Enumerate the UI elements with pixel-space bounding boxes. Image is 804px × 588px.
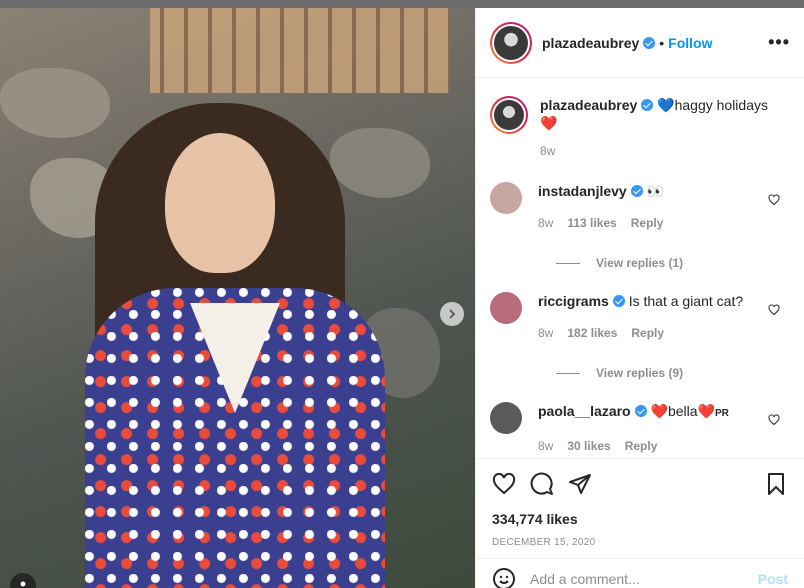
comment-likes[interactable]: 113 likes — [567, 214, 616, 232]
separator-dot: • — [659, 34, 665, 51]
like-comment-heart-icon[interactable] — [768, 194, 780, 206]
post-header: plazadeaubrey • Follow ••• — [476, 8, 804, 78]
post-panel: plazadeaubrey • Follow ••• plazadeaubrey… — [475, 8, 804, 588]
add-comment-bar: Add a comment... Post — [476, 558, 804, 588]
red-heart-icon: ❤️ — [650, 403, 668, 419]
comment-suffix: PR — [714, 408, 729, 419]
verified-badge-icon — [634, 405, 647, 417]
commenter-avatar[interactable] — [490, 292, 522, 324]
follow-button[interactable]: Follow — [668, 35, 712, 51]
person-icon — [20, 581, 26, 587]
post-photo[interactable] — [0, 8, 475, 588]
caption-text: haggy holidays — [674, 97, 768, 113]
comment: riccigrams Is that a giant cat? 8w 182 l… — [490, 292, 790, 342]
commenter-avatar[interactable] — [490, 182, 522, 214]
caption: plazadeaubrey 💙haggy holidays ❤️ 8w — [490, 96, 790, 160]
commenter-username[interactable]: riccigrams — [538, 293, 609, 309]
author-username[interactable]: plazadeaubrey — [542, 35, 639, 51]
emoji-smiley-icon[interactable] — [492, 567, 516, 588]
add-comment-input[interactable]: Add a comment... — [530, 571, 640, 587]
post-date: DECEMBER 15, 2020 — [492, 537, 596, 548]
reply-button[interactable]: Reply — [631, 324, 664, 342]
verified-badge-icon — [612, 295, 625, 307]
view-replies-label: View replies (1) — [596, 256, 684, 270]
chevron-right-icon — [449, 309, 456, 319]
share-paper-plane-icon[interactable] — [568, 472, 592, 496]
verified-badge-icon — [641, 99, 654, 111]
comment-age: 8w — [538, 439, 554, 453]
view-replies-label: View replies (9) — [596, 366, 684, 380]
author-avatar[interactable] — [490, 21, 532, 64]
comment: paola__lazaro ❤️bella❤️PR 8w 30 likes Re… — [490, 402, 790, 455]
caption-username[interactable]: plazadeaubrey — [540, 97, 637, 113]
comment-bubble-icon[interactable] — [530, 472, 554, 496]
browser-top-bar — [0, 0, 804, 8]
comment-age: 8w — [538, 326, 554, 340]
red-heart-icon: ❤️ — [540, 115, 558, 131]
view-replies-button[interactable]: View replies (1) — [556, 256, 790, 270]
next-photo-button[interactable] — [440, 302, 464, 326]
more-options-button[interactable]: ••• — [768, 32, 790, 53]
likes-count[interactable]: 334,774 likes — [492, 511, 788, 527]
like-comment-heart-icon[interactable] — [768, 304, 780, 316]
comment-age: 8w — [538, 216, 554, 230]
caption-age: 8w — [540, 144, 556, 158]
commenter-username[interactable]: instadanjlevy — [538, 183, 627, 199]
photo-subject — [85, 103, 385, 588]
reply-button[interactable]: Reply — [625, 437, 658, 455]
red-heart-icon: ❤️ — [697, 403, 715, 419]
comment-text: 👀 — [646, 183, 665, 199]
comment-text: bella — [667, 403, 698, 419]
blue-heart-icon: 💙 — [657, 97, 675, 113]
caption-avatar[interactable] — [490, 96, 528, 134]
like-heart-icon[interactable] — [492, 472, 516, 496]
user-tag-button[interactable] — [10, 573, 36, 588]
comment-likes[interactable]: 30 likes — [567, 437, 610, 455]
photo-fence — [150, 8, 450, 93]
comment-likes[interactable]: 182 likes — [567, 324, 617, 342]
post-comment-button[interactable]: Post — [758, 571, 788, 587]
comment: instadanjlevy 👀 8w 113 likes Reply — [490, 182, 790, 232]
like-comment-heart-icon[interactable] — [768, 414, 780, 426]
commenter-avatar[interactable] — [490, 402, 522, 434]
view-replies-button[interactable]: View replies (9) — [556, 366, 790, 380]
commenter-username[interactable]: paola__lazaro — [538, 403, 631, 419]
verified-badge-icon — [630, 185, 643, 197]
comments-list[interactable]: plazadeaubrey 💙haggy holidays ❤️ 8w inst… — [476, 78, 804, 458]
save-bookmark-icon[interactable] — [764, 472, 788, 496]
verified-badge-icon — [643, 36, 656, 49]
comment-text: Is that a giant cat? — [628, 293, 744, 309]
post-actions: 334,774 likes DECEMBER 15, 2020 — [476, 458, 804, 548]
reply-button[interactable]: Reply — [631, 214, 664, 232]
